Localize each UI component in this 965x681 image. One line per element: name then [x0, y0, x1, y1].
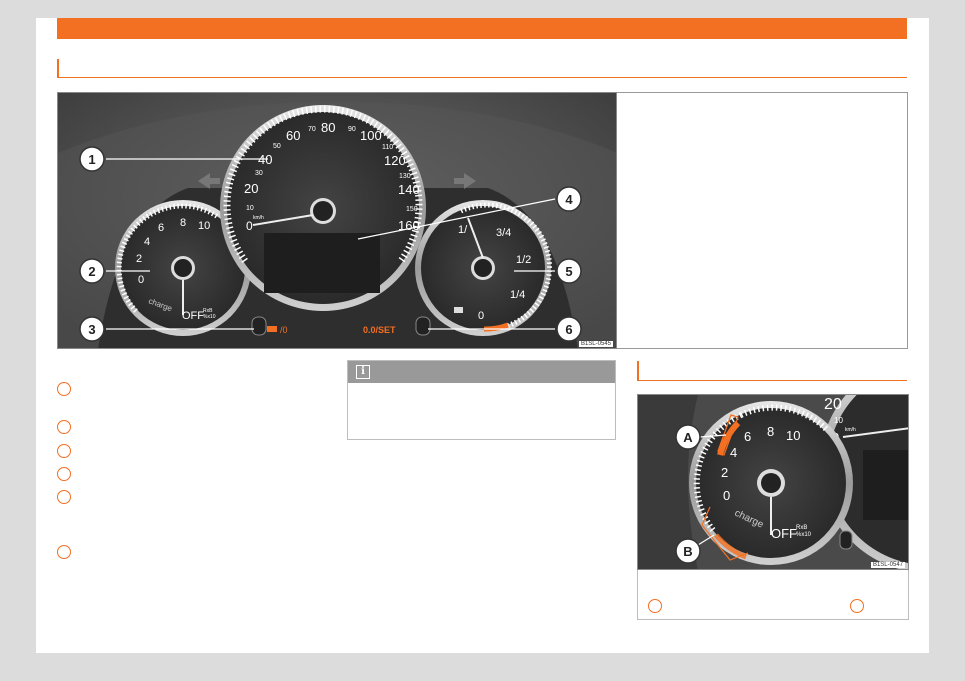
- instrument-cluster-illustration: 0 2 4 6 8 10 charge OFF RxB %x10 1/ 3/4 …: [58, 93, 616, 348]
- rev-off-label: OFF: [182, 310, 204, 322]
- legend-marker-4: [57, 467, 71, 481]
- callout-6: 6: [556, 316, 582, 342]
- fuel-trip-icon: [267, 326, 277, 332]
- speed-tick-50: 50: [273, 143, 281, 150]
- small-rev-tick-4: 4: [730, 445, 737, 460]
- rev-counter-detail-figure: 20 10 km/h 0 0 2 4 6 8 10 charge OFF RxB…: [637, 394, 909, 570]
- small-rev-tick-2: 2: [721, 465, 728, 480]
- callout-2: 2: [79, 258, 105, 284]
- rev-unit-bottom: %x10: [203, 314, 216, 320]
- fuel-tick-0: 0: [478, 310, 484, 322]
- trip-reset-knob[interactable]: [251, 316, 267, 336]
- speed-tick-60: 60: [286, 128, 300, 143]
- speed-tick-150: 150: [406, 206, 418, 213]
- fuel-pump-icon: [454, 307, 463, 313]
- rev-tick-4: 4: [144, 236, 150, 248]
- note-header: i: [348, 361, 615, 383]
- small-trip-knob: [839, 530, 853, 550]
- small-rev-unit-top: RxB: [796, 525, 807, 531]
- figure-code: B1SL-0545: [578, 341, 613, 347]
- legend-marker-1: [57, 382, 71, 396]
- rev-tick-0: 0: [138, 274, 144, 286]
- small-rev-unit-bottom: %x10: [796, 532, 812, 538]
- speed-tick-0: 0: [246, 219, 253, 233]
- svg-text:6: 6: [565, 322, 572, 337]
- small-figure-caption: [637, 570, 909, 620]
- set-knob[interactable]: [415, 316, 431, 336]
- speed-tick-130: 130: [399, 173, 411, 180]
- legend-marker-5: [57, 490, 71, 504]
- rev-tick-6: 6: [158, 222, 164, 234]
- svg-text:A: A: [683, 430, 693, 445]
- rev-counter-detail-illustration: 20 10 km/h 0 0 2 4 6 8 10 charge OFF RxB…: [638, 395, 908, 569]
- legend-marker-3: [57, 444, 71, 458]
- speed-tick-70: 70: [308, 126, 316, 133]
- speed-tick-20: 20: [244, 181, 258, 196]
- small-rev-tick-10: 10: [786, 428, 800, 443]
- svg-text:1: 1: [88, 152, 95, 167]
- speed-tick-120: 120: [384, 153, 406, 168]
- rev-tick-8: 8: [180, 217, 186, 229]
- set-button-label: 0.0/SET: [363, 325, 396, 335]
- fuel-tick-1-2: 1/2: [516, 254, 531, 266]
- callout-3: 3: [79, 316, 105, 342]
- svg-text:B: B: [683, 544, 692, 559]
- caption-marker-b: [850, 599, 864, 613]
- small-rev-off-label: OFF: [771, 526, 797, 541]
- small-rev-tick-8: 8: [767, 424, 774, 439]
- speed-unit: km/h: [253, 215, 264, 221]
- info-icon: i: [356, 365, 370, 379]
- speed-tick-80: 80: [321, 120, 335, 135]
- small-rev-tick-0: 0: [723, 488, 730, 503]
- svg-text:3: 3: [88, 322, 95, 337]
- rev-tick-2: 2: [136, 253, 142, 265]
- note-box: i: [347, 360, 616, 440]
- fuel-tick-3-4: 3/4: [496, 227, 511, 239]
- small-figure-code: B1SL-0547: [870, 562, 905, 568]
- svg-text:5: 5: [565, 264, 572, 279]
- callout-A: A: [675, 424, 701, 450]
- callout-B: B: [675, 538, 701, 564]
- section-heading-rule: [57, 59, 907, 78]
- speed-tick-140: 140: [398, 182, 420, 197]
- header-accent-bar: [57, 18, 907, 39]
- rev-tick-10: 10: [198, 220, 210, 232]
- fuel-tick-full: 1/: [458, 224, 468, 236]
- multifunction-display: [264, 233, 380, 293]
- small-speed-tick-20: 20: [824, 396, 842, 413]
- legend-marker-2: [57, 420, 71, 434]
- small-speed-tick-10: 10: [834, 416, 843, 425]
- speed-tick-110: 110: [382, 144, 393, 151]
- trip-reset-label: /0: [280, 325, 288, 335]
- svg-text:4: 4: [565, 192, 573, 207]
- speed-tick-30: 30: [255, 170, 263, 177]
- figure-side-panel: [617, 92, 908, 349]
- callout-5: 5: [556, 258, 582, 284]
- speed-tick-100: 100: [360, 128, 382, 143]
- small-speed-unit: km/h: [845, 427, 856, 433]
- speed-tick-90: 90: [348, 126, 356, 133]
- caption-marker-a: [648, 599, 662, 613]
- fuel-tick-1-4: 1/4: [510, 289, 525, 301]
- small-rev-tick-6: 6: [744, 429, 751, 444]
- speed-tick-10: 10: [246, 205, 254, 212]
- callout-4: 4: [556, 186, 582, 212]
- subsection-heading-rule: [637, 361, 907, 381]
- svg-text:2: 2: [88, 264, 95, 279]
- callout-1: 1: [79, 146, 105, 172]
- instrument-cluster-figure: 0 2 4 6 8 10 charge OFF RxB %x10 1/ 3/4 …: [57, 92, 617, 349]
- legend-marker-6: [57, 545, 71, 559]
